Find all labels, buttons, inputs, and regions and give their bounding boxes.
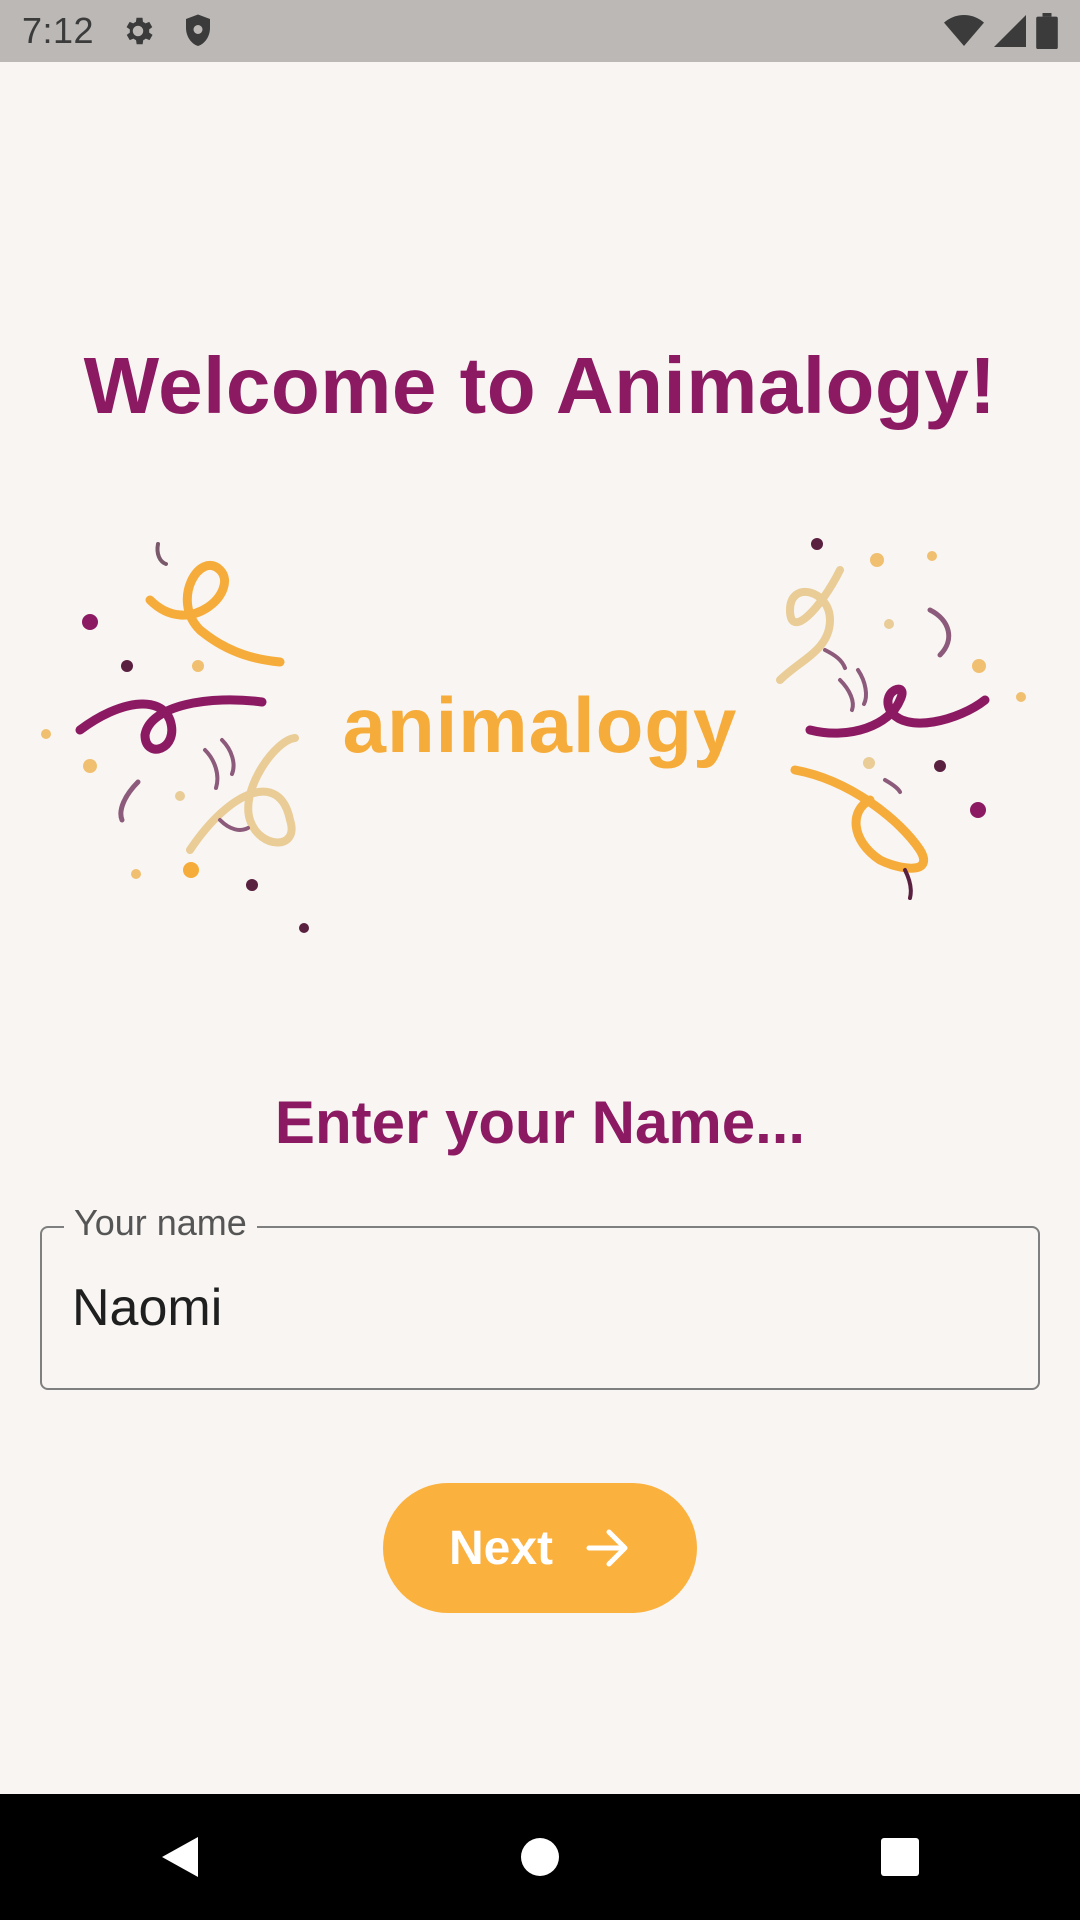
recents-icon[interactable] — [840, 1807, 960, 1907]
gear-icon — [120, 13, 156, 49]
status-time: 7:12 — [22, 10, 95, 51]
name-field-label: Your name — [64, 1202, 257, 1244]
battery-icon — [1036, 13, 1058, 49]
status-right — [944, 13, 1058, 49]
name-field[interactable]: Your name — [40, 1202, 1040, 1390]
name-prompt: Enter your Name... — [274, 1089, 806, 1156]
status-left: 7:12 — [22, 10, 214, 52]
next-button-label: Next — [448, 1521, 554, 1575]
navigation-bar — [0, 1794, 1080, 1920]
shield-icon — [182, 13, 214, 49]
logo-wordmark: animalogy — [342, 681, 738, 769]
name-input[interactable] — [70, 1272, 1014, 1344]
animalogy-logo: animalogy — [0, 520, 1080, 940]
wifi-icon — [944, 14, 984, 48]
back-icon[interactable] — [120, 1807, 240, 1907]
arrow-right-icon — [585, 1528, 631, 1568]
signal-icon — [994, 14, 1026, 48]
next-button[interactable]: Next — [383, 1483, 697, 1613]
home-icon[interactable] — [480, 1807, 600, 1907]
status-bar: 7:12 — [0, 0, 1080, 62]
welcome-title: Welcome to Animalogy! — [83, 341, 997, 430]
